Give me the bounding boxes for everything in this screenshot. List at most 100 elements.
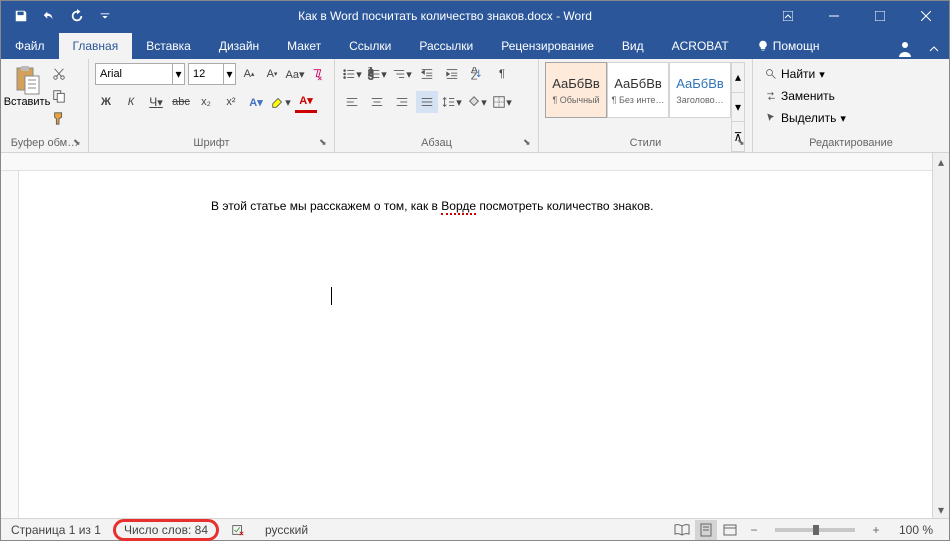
line-spacing-button[interactable]: ▾	[441, 91, 463, 113]
tab-insert[interactable]: Вставка	[132, 33, 205, 59]
group-label-styles: Стили	[539, 137, 752, 149]
minimize-button[interactable]	[811, 1, 857, 31]
collapse-ribbon-icon[interactable]	[927, 42, 941, 56]
titlebar: Как в Word посчитать количество знаков.d…	[1, 1, 949, 31]
borders-button[interactable]: ▾	[491, 91, 513, 113]
shading-button[interactable]: ▾	[466, 91, 488, 113]
styles-down[interactable]: ▾	[732, 93, 744, 123]
clear-formatting-button[interactable]	[308, 63, 328, 85]
text-segment: В этой статье мы расскажем о том, как в	[211, 199, 441, 213]
grow-font-button[interactable]: A▴	[239, 63, 259, 85]
find-button[interactable]: Найти ▾	[765, 64, 937, 84]
print-layout-button[interactable]	[695, 520, 717, 540]
align-center-button[interactable]	[366, 91, 388, 113]
clipboard-launcher[interactable]: ⬊	[73, 137, 85, 149]
tab-acrobat[interactable]: ACROBAT	[658, 33, 743, 59]
select-button[interactable]: Выделить ▾	[765, 108, 937, 128]
scrollbar-vertical[interactable]: ▴ ▾	[932, 153, 949, 518]
decrease-indent-button[interactable]	[416, 63, 438, 85]
font-size-dropdown[interactable]: ▾	[224, 63, 236, 85]
tell-me[interactable]: Помощн	[743, 33, 834, 59]
tab-layout[interactable]: Макет	[273, 33, 335, 59]
font-size-input[interactable]: 12	[188, 63, 224, 85]
ruler-vertical[interactable]	[1, 171, 19, 518]
format-painter-button[interactable]	[49, 108, 69, 128]
replace-button[interactable]: Заменить	[765, 86, 937, 106]
increase-indent-button[interactable]	[441, 63, 463, 85]
highlight-button[interactable]: ▾	[270, 91, 292, 113]
bold-button[interactable]: Ж	[95, 91, 117, 113]
style-no-spacing[interactable]: АаБбВв ¶ Без инте…	[607, 62, 669, 118]
text-effects-button[interactable]: A▾	[245, 91, 267, 113]
numbering-button[interactable]: 123▾	[366, 63, 388, 85]
spellcheck-status[interactable]	[221, 519, 255, 540]
style-heading1[interactable]: АаБбВв Заголово…	[669, 62, 731, 118]
zoom-slider[interactable]	[775, 528, 855, 532]
window-title: Как в Word посчитать количество знаков.d…	[125, 9, 765, 23]
scroll-up-icon[interactable]: ▴	[933, 153, 949, 170]
copy-button[interactable]	[49, 86, 69, 106]
group-label-font: Шрифт	[89, 137, 334, 149]
group-font: Arial▾ 12▾ A▴ A▾ Aa▾ Ж К Ч▾ abc x₂ x² A▾…	[89, 59, 335, 152]
subscript-button[interactable]: x₂	[195, 91, 217, 113]
multilevel-list-button[interactable]: ▾	[391, 63, 413, 85]
style-normal[interactable]: АаБбВв ¶ Обычный	[545, 62, 607, 118]
tab-design[interactable]: Дизайн	[205, 33, 273, 59]
page-number-status[interactable]: Страница 1 из 1	[1, 519, 111, 540]
scroll-down-icon[interactable]: ▾	[933, 501, 949, 518]
close-button[interactable]	[903, 1, 949, 31]
tab-file[interactable]: Файл	[1, 33, 59, 59]
paragraph-launcher[interactable]: ⬊	[523, 137, 535, 149]
text-segment: посмотреть количество знаков.	[476, 199, 653, 213]
text-cursor	[331, 287, 332, 305]
italic-button[interactable]: К	[120, 91, 142, 113]
font-name-dropdown[interactable]: ▾	[173, 63, 185, 85]
window-controls	[765, 1, 949, 31]
sort-button[interactable]: AZ	[466, 63, 488, 85]
undo-button[interactable]	[37, 4, 61, 28]
document-text[interactable]: В этой статье мы расскажем о том, как в …	[121, 171, 931, 216]
tab-mailings[interactable]: Рассылки	[405, 33, 487, 59]
ruler-horizontal[interactable]	[1, 153, 949, 171]
tab-review[interactable]: Рецензирование	[487, 33, 608, 59]
save-button[interactable]	[9, 4, 33, 28]
group-paragraph: ▾ 123▾ ▾ AZ ¶ ▾ ▾ ▾ Абзац ⬊	[335, 59, 539, 152]
share-icon[interactable]	[895, 39, 915, 59]
justify-button[interactable]	[416, 91, 438, 113]
show-marks-button[interactable]: ¶	[491, 63, 513, 85]
redo-button[interactable]	[65, 4, 89, 28]
maximize-button[interactable]	[857, 1, 903, 31]
tab-references[interactable]: Ссылки	[335, 33, 405, 59]
align-right-button[interactable]	[391, 91, 413, 113]
qat-dropdown[interactable]	[93, 4, 117, 28]
ribbon-display-options[interactable]	[765, 1, 811, 31]
spellcheck-word[interactable]: Ворде	[441, 199, 476, 215]
strikethrough-button[interactable]: abc	[170, 91, 192, 113]
cut-button[interactable]	[49, 64, 69, 84]
style-name: ¶ Обычный	[552, 95, 599, 105]
document-page[interactable]: В этой статье мы расскажем о том, как в …	[121, 171, 931, 518]
styles-launcher[interactable]: ⬊	[737, 137, 749, 149]
underline-button[interactable]: Ч▾	[145, 91, 167, 113]
font-color-button[interactable]: A▾	[295, 91, 317, 113]
superscript-button[interactable]: x²	[220, 91, 242, 113]
svg-text:Z: Z	[471, 70, 478, 81]
zoom-in-button[interactable]: +	[865, 520, 887, 540]
group-label-paragraph: Абзац	[335, 137, 538, 149]
zoom-level[interactable]: 100 %	[889, 523, 943, 537]
zoom-thumb[interactable]	[813, 525, 819, 535]
font-name-input[interactable]: Arial	[95, 63, 173, 85]
tab-view[interactable]: Вид	[608, 33, 658, 59]
read-mode-button[interactable]	[671, 520, 693, 540]
font-launcher[interactable]: ⬊	[319, 137, 331, 149]
change-case-button[interactable]: Aa▾	[285, 63, 305, 85]
web-layout-button[interactable]	[719, 520, 741, 540]
styles-up[interactable]: ▴	[732, 63, 744, 93]
language-status[interactable]: русский	[255, 519, 318, 540]
bullets-button[interactable]: ▾	[341, 63, 363, 85]
zoom-out-button[interactable]: −	[743, 520, 765, 540]
shrink-font-button[interactable]: A▾	[262, 63, 282, 85]
align-left-button[interactable]	[341, 91, 363, 113]
word-count-status[interactable]: Число слов: 84	[113, 519, 219, 541]
tab-home[interactable]: Главная	[59, 33, 133, 59]
